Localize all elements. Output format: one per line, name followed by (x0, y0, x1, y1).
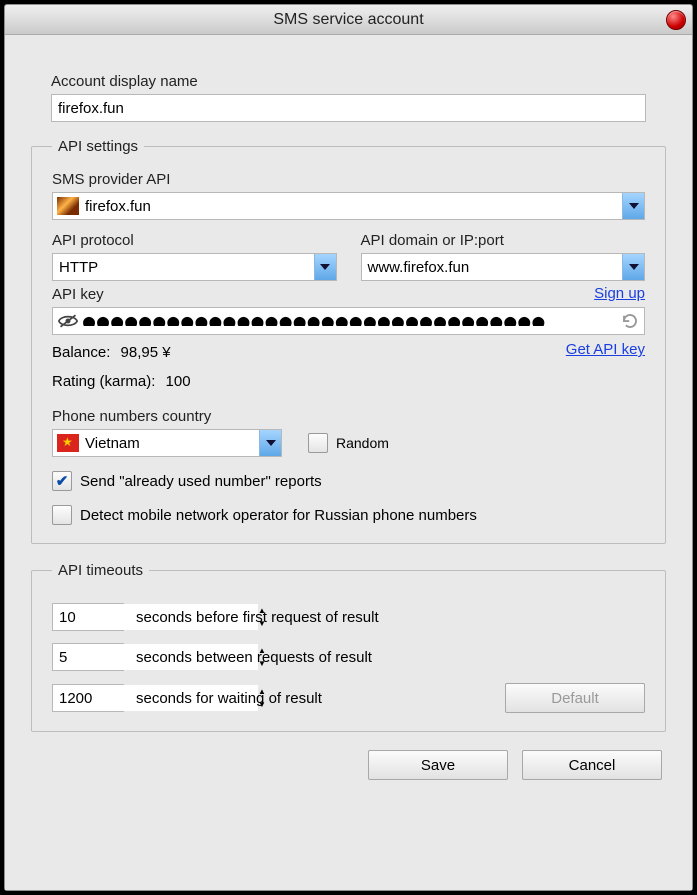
rating-value: 100 (166, 373, 191, 390)
titlebar: SMS service account (5, 5, 692, 35)
country-value: Vietnam (83, 435, 259, 452)
protocol-dropdown[interactable]: HTTP (52, 253, 337, 281)
between-requests-stepper[interactable]: ▲▼ (52, 643, 124, 671)
wait-result-stepper[interactable]: ▲▼ (52, 684, 124, 712)
protocol-label: API protocol (52, 232, 337, 249)
signup-link[interactable]: Sign up (594, 285, 645, 302)
detect-operator-label: Detect mobile network operator for Russi… (80, 507, 477, 524)
balance-value: 98,95 ¥ (121, 344, 171, 361)
apikey-input[interactable]: ●●●●●●●●●●●●●●●●●●●●●●●●●●●●●●●●● (52, 307, 645, 335)
close-icon[interactable] (666, 10, 686, 30)
api-settings-group: API settings SMS provider API firefox.fu… (31, 138, 666, 544)
detect-operator-checkbox[interactable] (52, 505, 72, 525)
protocol-value: HTTP (57, 259, 314, 276)
api-timeouts-legend: API timeouts (52, 562, 149, 579)
content-area: Account display name API settings SMS pr… (5, 35, 692, 890)
send-reports-label: Send "already used number" reports (80, 473, 322, 490)
random-checkbox[interactable] (308, 433, 328, 453)
wait-result-label: seconds for waiting of result (136, 690, 493, 707)
send-reports-checkbox[interactable] (52, 471, 72, 491)
country-dropdown[interactable]: Vietnam (52, 429, 282, 457)
window-title: SMS service account (273, 11, 423, 29)
rating-label: Rating (karma): (52, 373, 155, 390)
api-timeouts-group: API timeouts ▲▼ seconds before first req… (31, 562, 666, 732)
flag-vietnam-icon (57, 434, 79, 452)
toggle-visibility-icon[interactable] (53, 313, 83, 329)
provider-dropdown[interactable]: firefox.fun (52, 192, 645, 220)
domain-label: API domain or IP:port (361, 232, 646, 249)
save-button[interactable]: Save (368, 750, 508, 780)
domain-dropdown[interactable]: www.firefox.fun (361, 253, 646, 281)
first-request-stepper[interactable]: ▲▼ (52, 603, 124, 631)
balance-label: Balance: (52, 344, 110, 361)
chevron-down-icon (622, 193, 644, 219)
provider-value: firefox.fun (83, 198, 622, 215)
chevron-down-icon (622, 254, 644, 280)
domain-value: www.firefox.fun (366, 259, 623, 276)
default-button[interactable]: Default (505, 683, 645, 713)
get-apikey-link[interactable]: Get API key (566, 341, 645, 358)
first-request-label: seconds before first request of result (136, 609, 379, 626)
provider-label: SMS provider API (52, 171, 645, 188)
provider-icon (57, 197, 79, 215)
account-name-input[interactable] (51, 94, 646, 122)
apikey-masked: ●●●●●●●●●●●●●●●●●●●●●●●●●●●●●●●●● (83, 316, 616, 326)
chevron-down-icon (314, 254, 336, 280)
api-settings-legend: API settings (52, 138, 144, 155)
apikey-label: API key (52, 286, 645, 303)
chevron-down-icon (259, 430, 281, 456)
dialog-window: SMS service account Account display name… (4, 4, 693, 891)
cancel-button[interactable]: Cancel (522, 750, 662, 780)
refresh-icon[interactable] (616, 312, 644, 330)
country-label: Phone numbers country (52, 408, 645, 425)
account-name-label: Account display name (51, 73, 646, 90)
between-requests-label: seconds between requests of result (136, 649, 372, 666)
random-label: Random (336, 435, 389, 451)
